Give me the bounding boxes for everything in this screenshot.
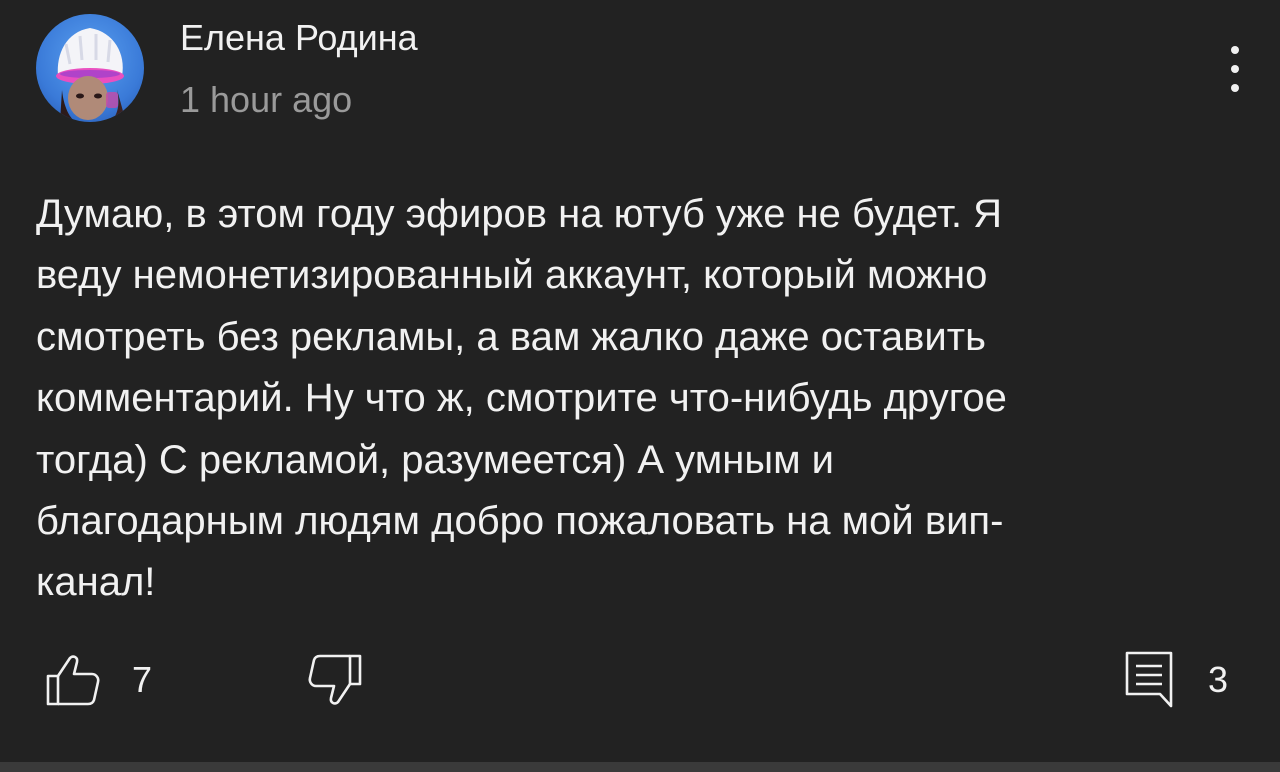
thumbs-down-icon bbox=[308, 654, 362, 705]
comment-text: Думаю, в этом году эфиров на ютуб уже не… bbox=[36, 184, 1246, 614]
reply-button[interactable] bbox=[1124, 650, 1174, 710]
avatar-image bbox=[36, 14, 144, 122]
comment-text-line: смотреть без рекламы, а вам жалко даже о… bbox=[36, 314, 986, 359]
like-count: 7 bbox=[132, 659, 153, 700]
reply-comment-icon bbox=[1125, 651, 1173, 708]
comment-text-line: канал! bbox=[36, 560, 156, 605]
thumbs-up-icon bbox=[46, 655, 100, 706]
divider bbox=[0, 762, 1280, 772]
author-name[interactable]: Елена Родина bbox=[180, 14, 418, 62]
comment-timestamp[interactable]: 1 hour ago bbox=[180, 78, 352, 122]
dislike-button[interactable] bbox=[304, 652, 364, 708]
comment-text-line: благодарным людям добро пожаловать на мо… bbox=[36, 498, 1004, 543]
like-button[interactable] bbox=[44, 652, 104, 708]
comment-text-line: комментарий. Ну что ж, смотрите что-нибу… bbox=[36, 376, 1007, 421]
more-vertical-icon bbox=[1231, 46, 1239, 92]
more-options-button[interactable] bbox=[1212, 36, 1258, 102]
comment-text-line: Думаю, в этом году эфиров на ютуб уже не… bbox=[36, 192, 1002, 236]
avatar[interactable] bbox=[36, 14, 144, 122]
comment-text-line: тогда) С рекламой, разумеется) А умным и bbox=[36, 437, 835, 482]
comment-text-line: веду немонетизированный аккаунт, который… bbox=[36, 253, 988, 298]
comment-card: Елена Родина 1 hour ago Думаю, в этом го… bbox=[0, 0, 1280, 762]
reply-count: 3 bbox=[1208, 659, 1229, 700]
